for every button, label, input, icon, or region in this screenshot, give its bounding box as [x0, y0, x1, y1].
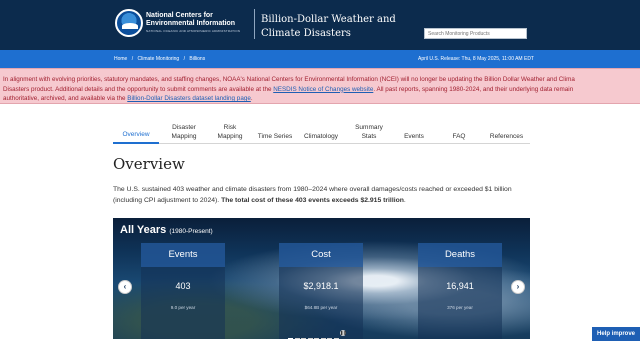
carousel-title: All Years (1980-Present)	[120, 224, 213, 236]
carousel-dot[interactable]	[288, 338, 293, 339]
carousel-dot[interactable]	[320, 338, 326, 339]
search-input[interactable]	[424, 28, 527, 39]
stat-card-events: Events 403 9.0 per year	[141, 243, 225, 339]
stats-carousel: All Years (1980-Present) Events 403 9.0 p…	[113, 218, 530, 339]
tab-references[interactable]: References	[483, 118, 530, 144]
org-parent: NATIONAL OCEANIC AND ATMOSPHERIC ADMINIS…	[146, 29, 241, 33]
pause-icon[interactable]: ❚❚	[340, 330, 347, 336]
tab-bar: Overview Disaster Mapping Risk Mapping Tim…	[113, 118, 530, 144]
chevron-left-icon[interactable]: ‹	[118, 280, 132, 294]
notice-line3: authoritative, archived, and available v…	[3, 95, 253, 102]
stat-card-subtext: 376 per year	[447, 305, 473, 310]
release-date: April U.S. Release: Thu, 8 May 2025, 11:…	[418, 56, 534, 62]
header-divider	[254, 9, 255, 39]
page-product-title[interactable]: Billion-Dollar Weather and Climate Disas…	[261, 13, 401, 41]
chevron-right-icon[interactable]: ›	[511, 280, 525, 294]
carousel-dot[interactable]	[307, 338, 313, 339]
stat-card-cost: Cost $2,918.1 $64.8B per year	[279, 243, 363, 339]
dataset-landing-link[interactable]: Billion-Dollar Disasters dataset landing…	[127, 95, 251, 102]
breadcrumb-bar	[0, 50, 640, 68]
notice-banner: In alignment with evolving priorities, s…	[0, 68, 640, 104]
tab-overview[interactable]: Overview	[113, 118, 159, 144]
stat-card-value: 403	[175, 281, 191, 291]
carousel-dot[interactable]	[333, 338, 339, 339]
stat-card-value: 16,941	[446, 281, 474, 291]
org-name-line1[interactable]: National Centers for	[146, 12, 213, 20]
stat-card-value: $2,918.1	[303, 281, 339, 291]
stat-card-label: Events	[141, 243, 225, 267]
carousel-dot[interactable]	[294, 338, 300, 339]
breadcrumb: Home / Climate Monitoring / Billions	[114, 56, 208, 62]
org-name-line2[interactable]: Environmental Information	[146, 20, 235, 28]
carousel-indicators: ❚❚	[288, 330, 348, 339]
tab-climatology[interactable]: Climatology	[298, 118, 344, 144]
stat-card-subtext: 9.0 per year	[170, 305, 196, 310]
stat-card-deaths: Deaths 16,941 376 per year	[418, 243, 502, 339]
tab-summary-stats[interactable]: Summary Stats	[346, 118, 392, 144]
carousel-dot[interactable]	[314, 338, 319, 339]
site-header: National Centers for Environmental Infor…	[0, 0, 640, 50]
breadcrumb-billions[interactable]: Billions	[189, 56, 205, 62]
tab-faq[interactable]: FAQ	[437, 118, 481, 144]
tab-time-series[interactable]: Time Series	[253, 118, 297, 144]
logo-bird-shape	[122, 23, 138, 29]
notice-line1: In alignment with evolving priorities, s…	[3, 76, 575, 83]
breadcrumb-climate-monitoring[interactable]: Climate Monitoring	[138, 56, 180, 62]
help-improve-button[interactable]: Help improve	[592, 327, 640, 341]
nesdis-notice-link[interactable]: NESDIS Notice of Changes website	[273, 86, 373, 93]
carousel-dot[interactable]	[301, 338, 306, 339]
stat-card-subtext: $64.8B per year	[304, 305, 338, 310]
tab-events[interactable]: Events	[393, 118, 435, 144]
overview-heading: Overview	[113, 155, 185, 173]
stat-card-label: Deaths	[418, 243, 502, 267]
tab-risk-mapping[interactable]: Risk Mapping	[207, 118, 253, 144]
tab-disaster-mapping[interactable]: Disaster Mapping	[161, 118, 207, 144]
carousel-dot[interactable]	[327, 338, 332, 339]
breadcrumb-home[interactable]: Home	[114, 56, 127, 62]
overview-intro: The U.S. sustained 403 weather and clima…	[113, 186, 512, 204]
noaa-logo-icon[interactable]	[115, 9, 143, 37]
stat-card-label: Cost	[279, 243, 363, 267]
notice-line2: Disasters product. Additional details an…	[3, 85, 574, 93]
breadcrumb-separator: /	[131, 56, 134, 62]
breadcrumb-separator: /	[183, 56, 185, 62]
